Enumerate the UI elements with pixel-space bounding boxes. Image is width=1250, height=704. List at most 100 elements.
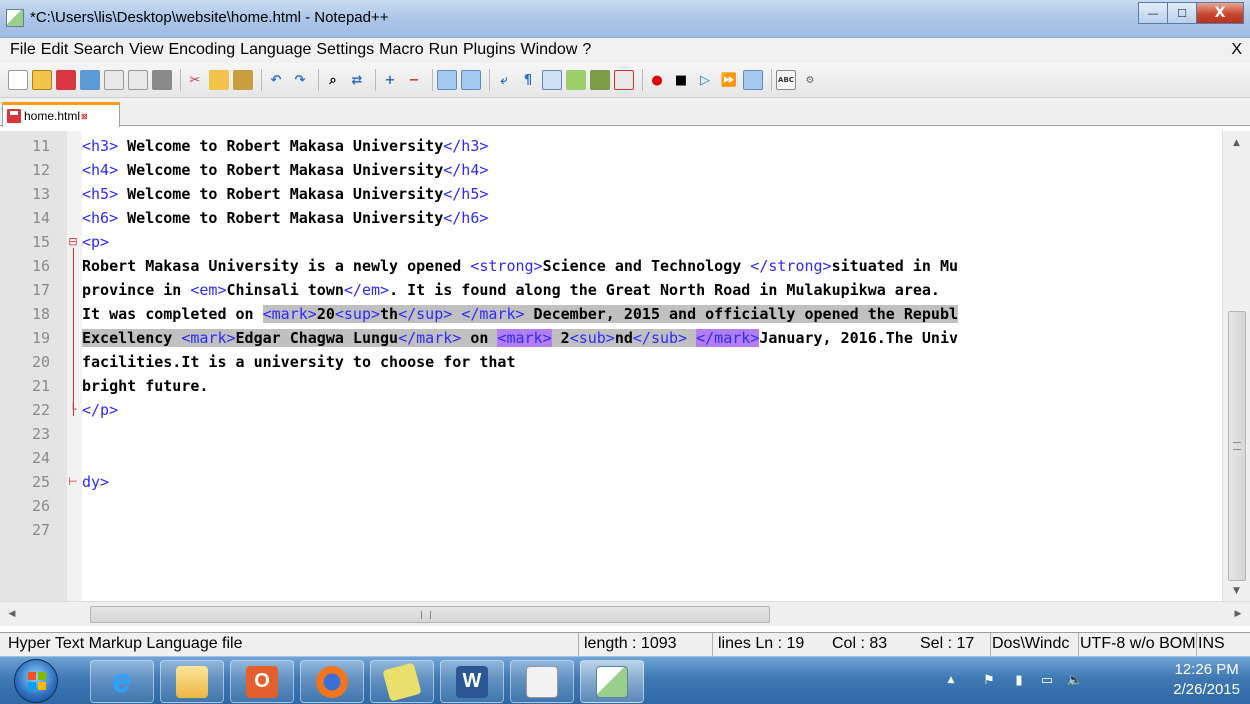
document-map-icon[interactable] — [590, 70, 610, 90]
editor[interactable]: 11 12 13 14 15 16 17 18 19 20 21 22 23 24 25 26 27 ⊟└⊢ <… — [0, 131, 1250, 601]
scroll-left-icon[interactable]: ◀ — [2, 606, 22, 623]
taskbar-internet-explorer[interactable]: e — [90, 660, 154, 703]
taskbar-word[interactable]: W — [440, 660, 504, 703]
replace-icon[interactable]: ⇄ — [347, 70, 367, 90]
windows-start-button[interactable] — [14, 659, 58, 703]
sync-vertical-icon[interactable] — [437, 70, 457, 90]
menu-search[interactable]: Search — [73, 41, 124, 59]
taskbar-paint[interactable] — [510, 660, 574, 703]
taskbar-file-explorer[interactable] — [160, 660, 224, 703]
code-line[interactable]: <h4> Welcome to Robert Makasa University… — [82, 158, 488, 182]
title-bar[interactable]: *C:\Users\lis\Desktop\website\home.html … — [0, 0, 1250, 38]
maximize-button[interactable]: ☐ — [1167, 2, 1197, 24]
scroll-down-icon[interactable]: ▼ — [1223, 581, 1250, 601]
menu-file[interactable]: File — [10, 41, 36, 59]
code-line[interactable]: bright future. — [82, 374, 208, 398]
menu-edit[interactable]: Edit — [41, 41, 69, 59]
code-area[interactable]: <h3> Welcome to Robert Makasa University… — [82, 131, 1222, 601]
taskbar-notepad-plus-plus[interactable] — [580, 660, 644, 703]
horizontal-scrollbar[interactable]: ◀ ▶ — [0, 601, 1250, 626]
close-all-icon[interactable] — [128, 70, 148, 90]
tab-close-icon[interactable]: ⊠ — [81, 112, 88, 121]
paste-icon[interactable] — [233, 70, 253, 90]
network-icon[interactable]: ▭ — [1038, 672, 1056, 690]
word-wrap-icon[interactable]: ⤶ — [494, 70, 514, 90]
fold-line-icon[interactable]: ⊢ — [67, 470, 79, 494]
vertical-scroll-thumb[interactable] — [1228, 311, 1246, 581]
run-macro-multiple-icon[interactable]: ⏩ — [719, 70, 739, 90]
print-icon[interactable] — [152, 70, 172, 90]
code-line[interactable]: Excellency <mark>Edgar Chagwa Lungu</mar… — [82, 326, 958, 350]
vertical-scrollbar[interactable]: ▲ ▼ — [1222, 131, 1250, 601]
code-line[interactable]: <h3> Welcome to Robert Makasa University… — [82, 134, 488, 158]
clock[interactable]: 12:26 PM 2/26/2015 — [1173, 660, 1240, 700]
tab-home-html[interactable]: home.html ⊠ — [2, 102, 120, 127]
show-hidden-icons-icon[interactable]: ▲ — [942, 671, 960, 689]
status-encoding[interactable]: UTF-8 w/o BOM — [1080, 635, 1196, 653]
code-line[interactable]: facilities.It is a university to choose … — [82, 350, 515, 374]
zoom-out-icon[interactable]: − — [404, 70, 424, 90]
code-line[interactable]: province in <em>Chinsali town</em>. It i… — [82, 278, 940, 302]
sync-horizontal-icon[interactable] — [461, 70, 481, 90]
language-icon[interactable] — [566, 70, 586, 90]
function-list-icon[interactable] — [614, 70, 634, 90]
code-line[interactable]: dy> — [82, 470, 109, 494]
scroll-right-icon[interactable]: ▶ — [1228, 606, 1248, 623]
zoom-in-icon[interactable]: + — [380, 70, 400, 90]
save-icon[interactable] — [56, 70, 76, 90]
playback-macro-icon[interactable]: ▷ — [695, 70, 715, 90]
new-file-icon[interactable] — [8, 70, 28, 90]
unsaved-file-icon — [7, 109, 21, 123]
cut-icon[interactable]: ✂ — [185, 70, 205, 90]
code-text-token: 2 — [551, 329, 570, 347]
menu-help[interactable]: ? — [582, 41, 591, 59]
horizontal-scroll-thumb[interactable] — [90, 606, 770, 623]
code-text-token: on — [461, 329, 498, 347]
code-tag-token: </h6> — [443, 209, 489, 227]
close-document-button[interactable]: X — [1231, 41, 1242, 59]
open-file-icon[interactable] — [32, 70, 52, 90]
find-icon[interactable]: ⌕ — [323, 70, 343, 90]
minimize-button[interactable]: — — [1138, 2, 1168, 24]
menu-encoding[interactable]: Encoding — [168, 41, 235, 59]
menu-macro[interactable]: Macro — [379, 41, 423, 59]
redo-icon[interactable]: ↷ — [290, 70, 310, 90]
taskbar-media-player[interactable]: O — [230, 660, 294, 703]
indent-guide-icon[interactable] — [542, 70, 562, 90]
menu-window[interactable]: Window — [520, 41, 577, 59]
menu-plugins[interactable]: Plugins — [463, 41, 515, 59]
copy-icon[interactable] — [209, 70, 229, 90]
record-macro-icon[interactable]: ● — [647, 70, 667, 90]
action-center-flag-icon[interactable]: ⚑ — [980, 672, 998, 690]
menu-run[interactable]: Run — [429, 41, 458, 59]
status-insert-mode[interactable]: INS — [1198, 635, 1248, 653]
code-line[interactable]: </p> — [82, 398, 118, 422]
line-number: 26 — [31, 497, 50, 515]
power-icon[interactable]: ▮ — [1010, 672, 1028, 690]
menu-view[interactable]: View — [129, 41, 163, 59]
code-line[interactable]: <h6> Welcome to Robert Makasa University… — [82, 206, 488, 230]
show-all-characters-icon[interactable]: ¶ — [518, 70, 538, 90]
code-line[interactable]: It was completed on <mark>20<sup>th</sup… — [82, 302, 959, 326]
scroll-up-icon[interactable]: ▲ — [1223, 133, 1250, 153]
close-button[interactable]: X — [1196, 2, 1244, 24]
menu-language[interactable]: Language — [240, 41, 311, 59]
spell-settings-icon[interactable]: ⚙ — [800, 70, 820, 90]
code-line[interactable]: <p> — [82, 230, 109, 254]
code-tag-token: <mark> — [181, 329, 236, 347]
stop-recording-icon[interactable]: ■ — [671, 70, 691, 90]
taskbar-firefox[interactable] — [300, 660, 364, 703]
code-line[interactable]: Robert Makasa University is a newly open… — [82, 254, 958, 278]
taskbar-sticky-notes[interactable] — [370, 660, 434, 703]
fold-margin[interactable]: ⊟└⊢ — [67, 131, 82, 601]
code-tag-token: </p> — [82, 401, 119, 419]
close-file-icon[interactable] — [104, 70, 124, 90]
save-macro-icon[interactable] — [743, 70, 763, 90]
spell-check-icon[interactable]: ABC — [776, 70, 796, 90]
volume-icon[interactable]: 🔈 — [1066, 672, 1084, 690]
menu-settings[interactable]: Settings — [316, 41, 374, 59]
status-eol[interactable]: Dos\Windc — [992, 635, 1078, 653]
undo-icon[interactable]: ↶ — [266, 70, 286, 90]
save-all-icon[interactable] — [80, 70, 100, 90]
code-line[interactable]: <h5> Welcome to Robert Makasa University… — [82, 182, 488, 206]
